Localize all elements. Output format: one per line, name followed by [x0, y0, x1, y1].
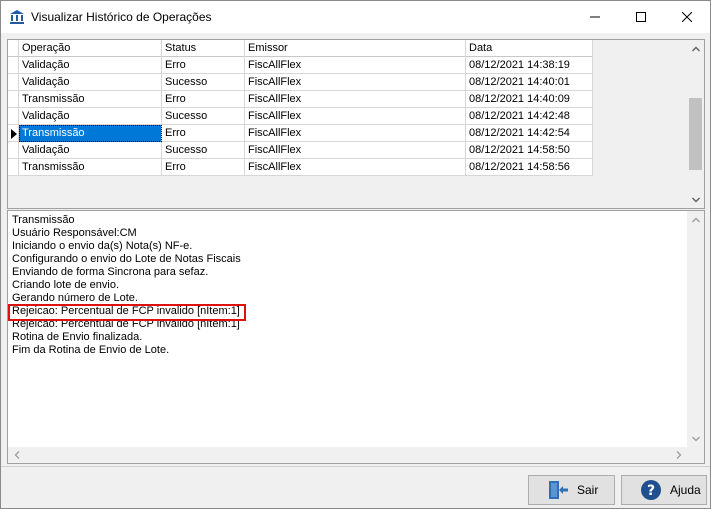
- cell-data[interactable]: 08/12/2021 14:58:56: [466, 159, 593, 176]
- row-indicator-cell: [8, 142, 19, 159]
- cell-operacao[interactable]: Transmissão: [19, 125, 162, 142]
- table-row[interactable]: Validação Sucesso FiscAllFlex 08/12/2021 14…: [8, 74, 593, 91]
- table-row[interactable]: Transmissão Erro FiscAllFlex 08/12/2021 14:…: [8, 159, 593, 176]
- chevron-up-icon: [691, 46, 700, 51]
- row-indicator-cell: [8, 91, 19, 108]
- scroll-down-arrow[interactable]: [687, 430, 704, 447]
- operations-grid: Operação Status Emissor Data Validação Er…: [8, 40, 593, 176]
- scrollbar-corner: [687, 447, 704, 463]
- chevron-right-icon: [676, 451, 681, 459]
- operations-grid-panel: Operação Status Emissor Data Validação Er…: [7, 39, 705, 209]
- close-icon: [682, 12, 692, 22]
- chevron-up-icon: [691, 217, 700, 222]
- bank-icon: [9, 9, 25, 25]
- cell-data[interactable]: 08/12/2021 14:42:54: [466, 125, 593, 142]
- cell-data[interactable]: 08/12/2021 14:42:48: [466, 108, 593, 125]
- chevron-left-icon: [14, 451, 19, 459]
- cell-emissor[interactable]: FiscAllFlex: [245, 74, 466, 91]
- maximize-button[interactable]: [618, 1, 664, 33]
- cell-emissor[interactable]: FiscAllFlex: [245, 159, 466, 176]
- scroll-left-arrow[interactable]: [8, 447, 25, 463]
- scroll-down-arrow[interactable]: [687, 191, 704, 208]
- title-bar: Visualizar Histórico de Operações: [1, 1, 710, 33]
- scroll-up-arrow[interactable]: [687, 211, 704, 228]
- log-line: Criando lote de envio.: [12, 279, 120, 291]
- log-memo[interactable]: Transmissão Usuário Responsável:CM Inician…: [7, 210, 705, 464]
- exit-door-icon: [547, 479, 569, 501]
- log-vertical-scrollbar[interactable]: [687, 211, 704, 447]
- help-label: Ajuda: [670, 483, 701, 497]
- column-header-emissor[interactable]: Emissor: [245, 40, 466, 57]
- row-pointer-icon: [11, 129, 17, 139]
- log-line: Transmissão: [12, 214, 75, 226]
- grid-body: Validação Erro FiscAllFlex 08/12/2021 14:38…: [8, 57, 593, 176]
- table-row[interactable]: Validação Sucesso FiscAllFlex 08/12/2021 14…: [8, 108, 593, 125]
- log-line: Usuário Responsável:CM: [12, 227, 137, 239]
- cell-status[interactable]: Sucesso: [162, 142, 245, 159]
- cell-data[interactable]: 08/12/2021 14:40:09: [466, 91, 593, 108]
- scroll-right-arrow[interactable]: [670, 447, 687, 463]
- cell-operacao[interactable]: Validação: [19, 108, 162, 125]
- cell-emissor[interactable]: FiscAllFlex: [245, 108, 466, 125]
- log-horizontal-scrollbar[interactable]: [8, 447, 687, 463]
- log-line: Enviando de forma Sincrona para sefaz.: [12, 266, 209, 278]
- column-header-operacao[interactable]: Operação: [19, 40, 162, 57]
- cell-operacao[interactable]: Transmissão: [19, 159, 162, 176]
- button-bar: Sair ? Ajuda: [1, 466, 710, 508]
- error-highlight-box: [8, 304, 246, 321]
- cell-status[interactable]: Erro: [162, 57, 245, 74]
- cell-emissor[interactable]: FiscAllFlex: [245, 125, 466, 142]
- table-row[interactable]: Transmissão Erro FiscAllFlex 08/12/2021 14:…: [8, 91, 593, 108]
- exit-label: Sair: [577, 483, 599, 497]
- log-line: Iniciando o envio da(s) Nota(s) NF-e.: [12, 240, 193, 252]
- cell-status[interactable]: Erro: [162, 159, 245, 176]
- cell-emissor[interactable]: FiscAllFlex: [245, 91, 466, 108]
- table-row[interactable]: Validação Sucesso FiscAllFlex 08/12/2021 14…: [8, 142, 593, 159]
- cell-data[interactable]: 08/12/2021 14:38:19: [466, 57, 593, 74]
- chevron-down-icon: [691, 197, 700, 202]
- table-row[interactable]: Transmissão Erro FiscAllFlex 08/12/2021 14:…: [8, 125, 593, 142]
- cell-operacao[interactable]: Validação: [19, 142, 162, 159]
- cell-status[interactable]: Erro: [162, 91, 245, 108]
- history-window: Visualizar Histórico de Operações Operaç…: [0, 0, 711, 509]
- row-indicator-cell: [8, 108, 19, 125]
- cell-status[interactable]: Erro: [162, 125, 245, 142]
- maximize-icon: [636, 12, 646, 22]
- cell-operacao[interactable]: Transmissão: [19, 91, 162, 108]
- cell-status[interactable]: Sucesso: [162, 74, 245, 91]
- help-button[interactable]: ? Ajuda: [621, 475, 707, 505]
- cell-operacao[interactable]: Validação: [19, 57, 162, 74]
- minimize-button[interactable]: [572, 1, 618, 33]
- cell-status[interactable]: Sucesso: [162, 108, 245, 125]
- row-indicator-cell: [8, 57, 19, 74]
- log-text: Transmissão Usuário Responsável:CM Inician…: [12, 214, 682, 357]
- scroll-thumb[interactable]: [689, 98, 702, 170]
- cell-operacao[interactable]: Validação: [19, 74, 162, 91]
- exit-button[interactable]: Sair: [528, 475, 615, 505]
- minimize-icon: [590, 16, 600, 18]
- cell-data[interactable]: 08/12/2021 14:58:50: [466, 142, 593, 159]
- column-header-status[interactable]: Status: [162, 40, 245, 57]
- cell-emissor[interactable]: FiscAllFlex: [245, 57, 466, 74]
- grid-header: Operação Status Emissor Data: [8, 40, 593, 57]
- cell-data[interactable]: 08/12/2021 14:40:01: [466, 74, 593, 91]
- row-indicator-cell: [8, 74, 19, 91]
- row-indicator-cell: [8, 159, 19, 176]
- header-indicator-cell: [8, 40, 19, 57]
- table-row[interactable]: Validação Erro FiscAllFlex 08/12/2021 14:38…: [8, 57, 593, 74]
- log-line: Configurando o envio do Lote de Notas Fi…: [12, 253, 241, 265]
- column-header-data[interactable]: Data: [466, 40, 593, 57]
- close-button[interactable]: [664, 1, 710, 33]
- grid-vertical-scrollbar[interactable]: [687, 40, 704, 208]
- log-line: Fim da Rotina de Envio de Lote.: [12, 344, 170, 356]
- log-line: Rotina de Envio finalizada.: [12, 331, 143, 343]
- chevron-down-icon: [691, 436, 700, 441]
- row-indicator-cell: [8, 125, 19, 142]
- svg-text:?: ?: [647, 483, 655, 499]
- help-question-icon: ?: [640, 479, 662, 501]
- window-title: Visualizar Histórico de Operações: [31, 10, 212, 24]
- scroll-up-arrow[interactable]: [687, 40, 704, 57]
- cell-emissor[interactable]: FiscAllFlex: [245, 142, 466, 159]
